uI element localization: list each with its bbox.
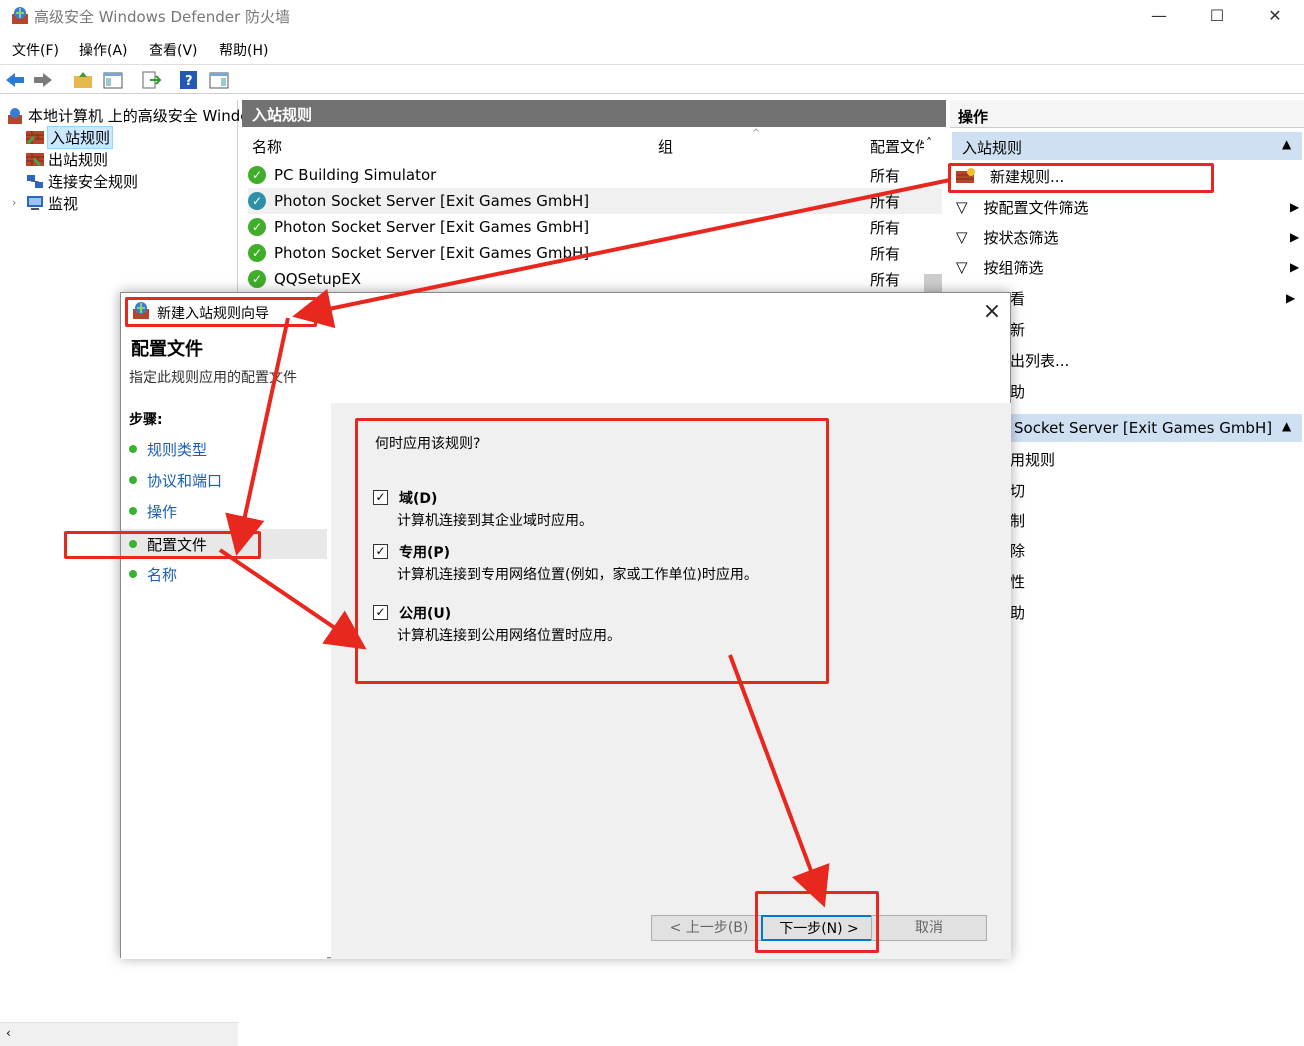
annotation-arrow [218,548,367,650]
annotation-arrow [225,317,290,556]
scroll-left-icon[interactable]: ‹ [6,1026,11,1040]
annotation-arrow [292,178,951,329]
annotation-arrow [728,654,830,908]
annotation-arrows [218,178,951,908]
tree-horizontal-scrollbar[interactable]: ‹ [0,1022,238,1046]
